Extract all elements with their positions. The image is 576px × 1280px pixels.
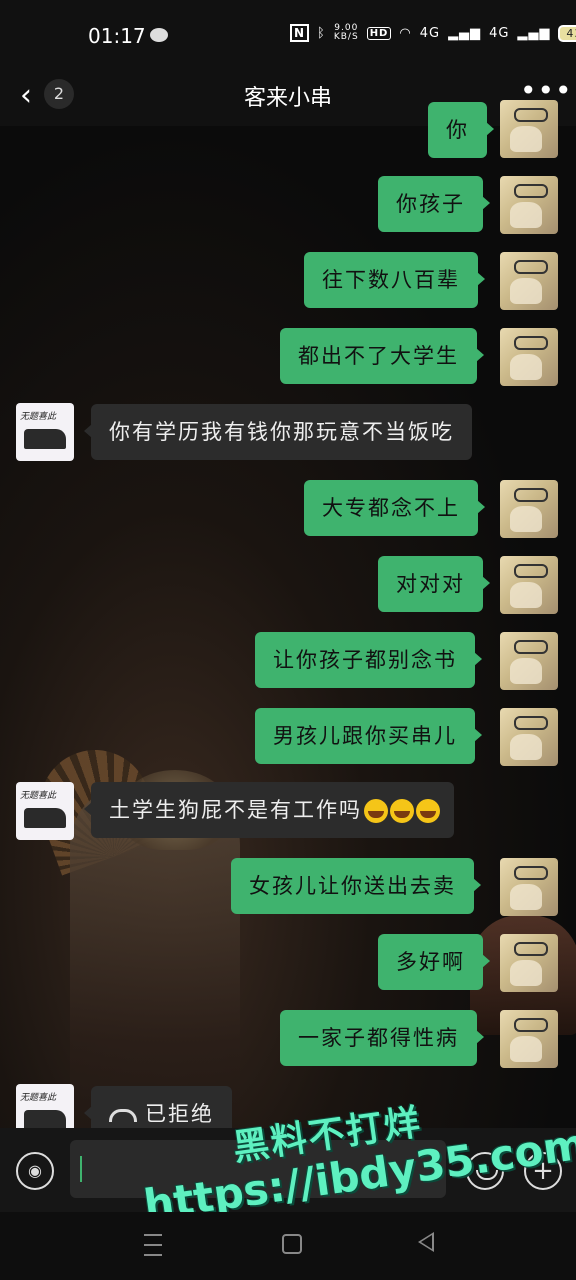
my-avatar[interactable] (500, 480, 558, 538)
home-icon[interactable] (282, 1234, 302, 1254)
contact-avatar[interactable] (16, 782, 74, 840)
sim2-signal: 4G (489, 25, 510, 41)
sim1-signal: 4G (419, 25, 441, 41)
wechat-notification-icon (150, 28, 168, 42)
message-bubble-outgoing[interactable]: 女孩儿让你送出去卖 (231, 858, 481, 914)
signal-bars-icon-2: ▂▄▆ (517, 25, 551, 41)
laughing-tears-emoji-icon (416, 799, 440, 823)
recent-apps-icon[interactable] (144, 1234, 162, 1256)
phone-icon (109, 1108, 137, 1122)
laughing-tears-emoji-icon (390, 799, 414, 823)
net-speed-unit: KB/S (333, 32, 359, 42)
my-avatar[interactable] (500, 176, 558, 234)
signal-bars-icon-1: ▂▄▆ (448, 25, 482, 41)
message-bubble-outgoing[interactable]: 你 (428, 102, 494, 158)
laughing-tears-emoji-icon (364, 799, 388, 823)
message-bubble-incoming[interactable]: 你有学历我有钱你那玩意不当饭吃 (84, 404, 472, 460)
my-avatar[interactable] (500, 934, 558, 992)
message-bubble-outgoing[interactable]: 男孩儿跟你买串儿 (255, 708, 482, 764)
chat-title: 客来小串 (243, 86, 332, 111)
message-bubble-outgoing[interactable]: 往下数八百辈 (304, 252, 485, 308)
nfc-icon: N (290, 24, 310, 42)
message-bubble-incoming[interactable]: 土学生狗屁不是有工作吗 (84, 782, 454, 838)
net-speed: 9.00 KB/S (334, 24, 359, 42)
message-text: 土学生狗屁不是有工作吗 (109, 798, 362, 822)
wifi-icon: ◠ (399, 25, 412, 41)
status-icons: N ᛒ 9.00 KB/S HD ◠ 4G ▂▄▆ 4G ▂▄▆ 43 (290, 24, 576, 42)
my-avatar[interactable] (500, 556, 558, 614)
message-bubble-outgoing[interactable]: 多好啊 (378, 934, 490, 990)
my-avatar[interactable] (500, 632, 558, 690)
contact-avatar[interactable] (16, 403, 74, 461)
battery-icon: 43 (558, 24, 576, 42)
hd-icon: HD (366, 26, 392, 40)
system-navigation-bar (0, 1212, 576, 1280)
my-avatar[interactable] (500, 858, 558, 916)
my-avatar[interactable] (500, 328, 558, 386)
status-time: 01:17 (88, 24, 146, 48)
voice-input-icon[interactable]: ◉ (16, 1152, 54, 1190)
call-status-text: 已拒绝 (145, 1102, 214, 1126)
status-bar: 01:17 N ᛒ 9.00 KB/S HD ◠ 4G ▂▄▆ 4G ▂▄▆ 4… (0, 0, 576, 70)
system-back-icon[interactable] (418, 1232, 434, 1252)
my-avatar[interactable] (500, 708, 558, 766)
bluetooth-icon: ᛒ (317, 25, 326, 41)
message-bubble-outgoing[interactable]: 你孩子 (378, 176, 490, 232)
message-bubble-outgoing[interactable]: 大专都念不上 (304, 480, 485, 536)
message-bubble-outgoing[interactable]: 对对对 (378, 556, 490, 612)
my-avatar[interactable] (500, 100, 558, 158)
text-cursor (80, 1156, 82, 1182)
message-bubble-outgoing[interactable]: 让你孩子都别念书 (255, 632, 482, 688)
chat-header: ‹ 2 客来小串 ••• (0, 70, 576, 126)
message-bubble-outgoing[interactable]: 一家子都得性病 (280, 1010, 484, 1066)
message-bubble-outgoing[interactable]: 都出不了大学生 (280, 328, 484, 384)
my-avatar[interactable] (500, 252, 558, 310)
my-avatar[interactable] (500, 1010, 558, 1068)
chat-background (0, 125, 576, 1135)
